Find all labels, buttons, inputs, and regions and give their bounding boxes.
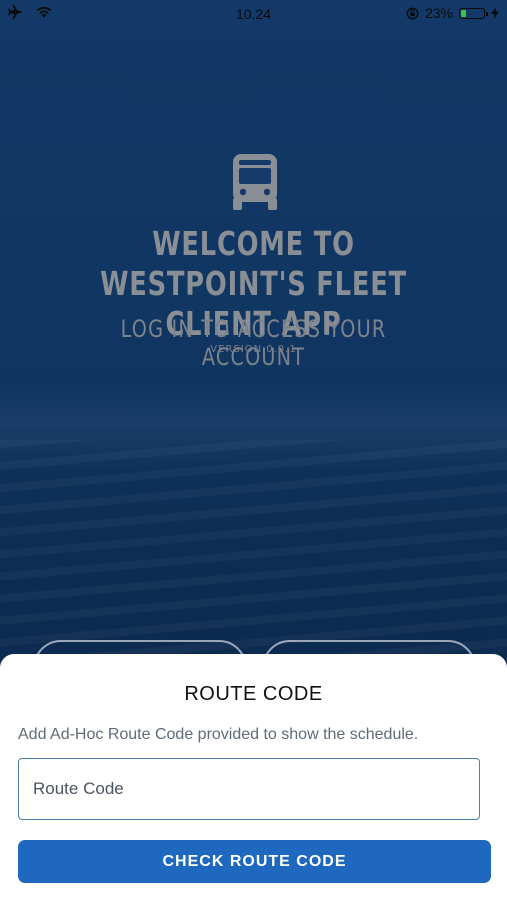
- sheet-title: ROUTE CODE: [184, 683, 323, 705]
- status-bar: 10.24 23%: [0, 0, 507, 28]
- battery-percent: 23%: [424, 5, 453, 21]
- status-bar-right: 23%: [406, 5, 499, 21]
- battery-fill: [461, 9, 466, 17]
- bus-icon: [233, 154, 277, 210]
- route-code-sheet: ROUTE CODE Add Ad-Hoc Route Code provide…: [0, 654, 507, 900]
- charging-icon: [491, 7, 499, 19]
- sheet-description: Add Ad-Hoc Route Code provided to show t…: [18, 726, 419, 743]
- version-label: VERSION 0.0.1: [210, 344, 297, 355]
- login-subtitle: LOG IN TO ACCESS YOUR ACCOUNT: [120, 315, 387, 371]
- route-code-input[interactable]: [18, 758, 480, 820]
- battery-icon: [459, 7, 488, 19]
- check-route-code-button[interactable]: CHECK ROUTE CODE: [18, 840, 491, 883]
- background-texture: [0, 440, 507, 670]
- orientation-lock-icon: [406, 7, 419, 19]
